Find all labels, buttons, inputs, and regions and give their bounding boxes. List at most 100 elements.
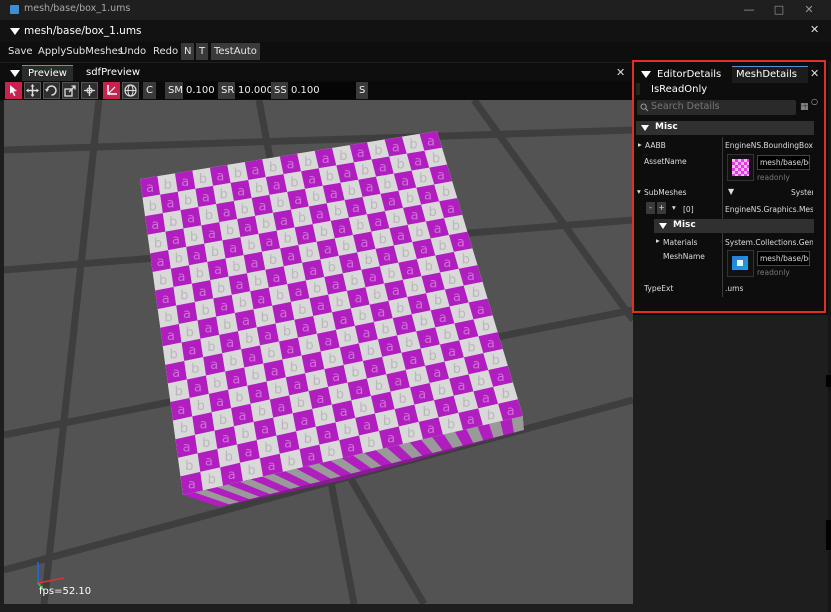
checker-side-cell [511, 416, 524, 433]
checker-letter: b [290, 175, 298, 190]
checker-letter: a [237, 184, 245, 199]
rotate-icon[interactable] [43, 82, 60, 99]
checker-letter: a [363, 327, 371, 342]
submeshes-label: SubMeshes [644, 188, 687, 197]
tab-mesh-details[interactable]: MeshDetails [736, 68, 797, 82]
expand-materials-icon[interactable]: ▸ [656, 236, 660, 245]
section-triangle-icon [641, 125, 649, 131]
settings-icon[interactable]: ○ [811, 97, 818, 106]
maximize-button[interactable]: □ [770, 2, 788, 18]
add-item-button[interactable]: + [657, 202, 666, 214]
expand-submeshes-icon[interactable]: ▾ [637, 187, 641, 196]
3d-viewport[interactable]: abababababababababababababababababababab… [4, 100, 633, 604]
n-button[interactable]: N [181, 43, 195, 60]
checker-letter: a [354, 292, 362, 307]
undo-button[interactable]: Undo [117, 43, 149, 60]
checker-letter: a [348, 348, 356, 363]
checker-letter: a [151, 218, 159, 233]
checker-letter: b [438, 383, 446, 398]
asset-name-input[interactable]: mesh/base/bo [757, 155, 810, 170]
checker-letter: b [438, 239, 446, 254]
tab-sdf-preview[interactable]: sdfPreview [80, 65, 146, 81]
sm-input[interactable]: 0.100 [183, 82, 216, 99]
collapse-triangle-icon[interactable] [10, 28, 20, 35]
checker-letter: b [367, 344, 375, 359]
checker-letter: b [229, 354, 237, 369]
main-toolbar: Save ApplySubMeshes Undo Redo N T TestAu… [0, 42, 831, 62]
submeshes-dropdown-icon[interactable]: ▼ [728, 187, 734, 196]
mesh-name-input[interactable]: mesh/base/bo [757, 251, 810, 266]
details-collapse-icon[interactable] [641, 71, 651, 78]
tab-preview[interactable]: Preview [22, 65, 73, 82]
save-button[interactable]: Save [5, 43, 36, 60]
apply-submeshes-button[interactable]: ApplySubMeshes [35, 43, 126, 60]
checker-letter: a [193, 248, 201, 263]
sub-section-misc[interactable]: Misc [654, 219, 814, 233]
move-icon[interactable] [24, 82, 41, 99]
axis-icon[interactable] [103, 82, 120, 99]
asset-thumbnail[interactable] [727, 154, 754, 181]
expand-index-icon[interactable]: ▾ [672, 203, 676, 212]
mesh-thumbnail[interactable] [727, 250, 754, 277]
s-button[interactable]: S [356, 82, 369, 99]
checker-letter: a [418, 388, 426, 403]
viewport-close-button[interactable]: ✕ [616, 66, 625, 79]
checker-letter: a [507, 404, 515, 419]
checker-letter: a [414, 154, 422, 169]
checker-letter: b [164, 311, 172, 326]
checker-letter: b [305, 338, 313, 353]
expand-aabb-icon[interactable]: ▸ [638, 140, 642, 149]
checker-letter: a [332, 370, 340, 385]
checker-letter: b [149, 199, 157, 214]
checker-letter: a [403, 409, 411, 424]
type-ext-value: .ums [725, 284, 744, 293]
checker-letter: a [238, 409, 246, 424]
redo-button[interactable]: Redo [150, 43, 181, 60]
checker-letter: b [169, 215, 177, 230]
checker-letter: a [286, 342, 294, 357]
tab-editor-details[interactable]: EditorDetails [657, 68, 721, 82]
checker-letter: b [487, 408, 495, 423]
checker-letter: a [439, 311, 447, 326]
checker-letter: a [340, 313, 348, 328]
checkbox-icon[interactable] [636, 83, 640, 95]
c-button[interactable]: C [143, 82, 156, 99]
checker-letter: b [291, 267, 299, 282]
checker-letter: a [463, 324, 471, 339]
close-button[interactable]: ✕ [800, 2, 818, 18]
checker-letter: a [472, 358, 480, 373]
checker-letter: a [294, 193, 302, 208]
search-icon [640, 103, 649, 112]
checker-letter: b [429, 205, 437, 220]
grid-view-icon[interactable]: ▦ [800, 102, 809, 112]
checker-letter: b [365, 253, 373, 268]
section-misc-label: Misc [655, 122, 678, 132]
globe-icon[interactable] [122, 82, 139, 99]
checker-letter: a [257, 292, 265, 307]
checker-letter: b [191, 362, 199, 377]
search-details-field[interactable]: Search Details [637, 100, 796, 115]
snap-icon[interactable] [81, 82, 98, 99]
tabbar-triangle-icon[interactable] [10, 70, 20, 77]
checker-letter: a [181, 175, 189, 190]
checker-letter: b [502, 387, 510, 402]
checker-letter: a [309, 356, 317, 371]
submesh-index: [0] [683, 205, 694, 214]
checker-letter: a [287, 158, 295, 173]
test-auto-button[interactable]: TestAuto [211, 43, 260, 60]
minimize-button[interactable]: — [740, 2, 758, 18]
checker-letter: a [324, 243, 332, 258]
checker-letter: a [302, 321, 310, 336]
checker-letter: a [442, 400, 450, 415]
checker-letter: b [442, 185, 450, 200]
select-icon[interactable] [5, 82, 22, 99]
document-close-button[interactable]: ✕ [810, 23, 819, 36]
ss-input[interactable]: 0.100 [288, 82, 356, 99]
t-button[interactable]: T [196, 43, 209, 60]
details-close-button[interactable]: ✕ [810, 67, 819, 80]
section-misc[interactable]: Misc [636, 121, 814, 135]
remove-item-button[interactable]: - [646, 202, 655, 214]
sr-input[interactable]: 10.000 [235, 82, 273, 99]
scale-icon[interactable] [62, 82, 79, 99]
checker-letter: b [219, 413, 227, 428]
